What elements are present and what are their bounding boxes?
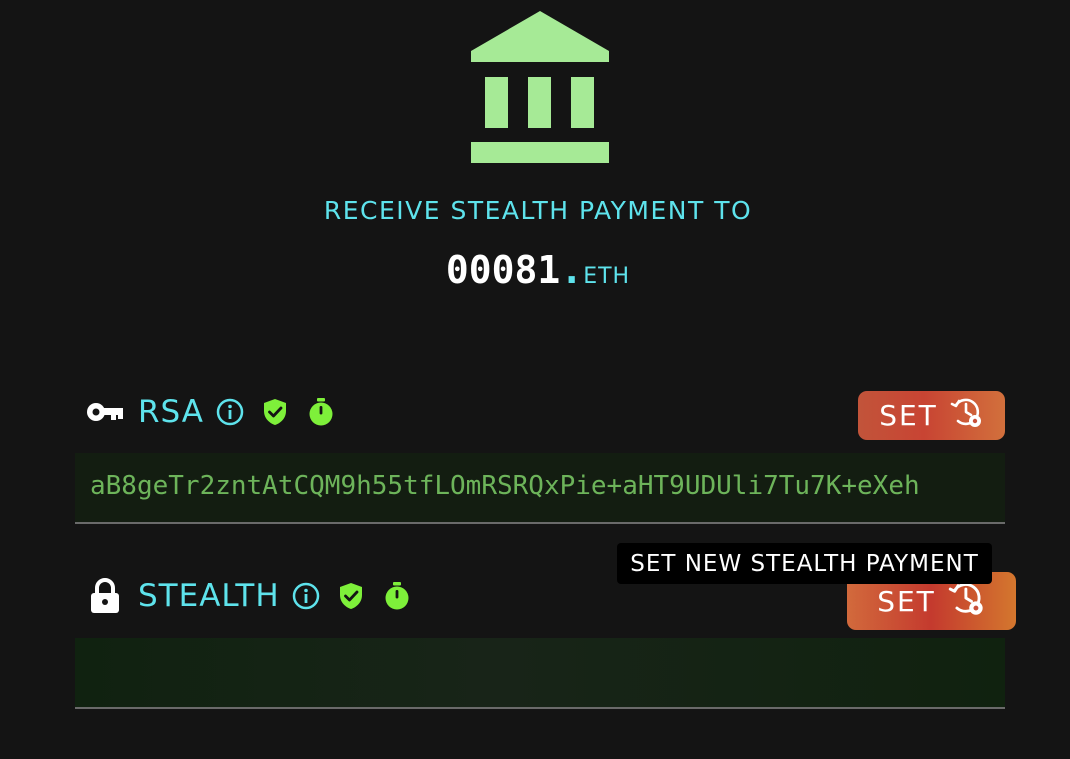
stealth-row-header: STEALTH bbox=[86, 576, 410, 616]
rsa-key-field[interactable]: aB8geTr2zntAtCQM9h55tfLOmRSRQxPie+aHT9UD… bbox=[75, 453, 1005, 524]
rsa-key-value: aB8geTr2zntAtCQM9h55tfLOmRSRQxPie+aHT9UD… bbox=[90, 471, 920, 501]
lock-icon bbox=[90, 578, 120, 614]
set-rsa-button[interactable]: SET bbox=[858, 391, 1005, 440]
rsa-row-header: RSA bbox=[86, 392, 334, 432]
set-stealth-tooltip: SET NEW STEALTH PAYMENT bbox=[617, 543, 992, 584]
ens-name-tld: ETH bbox=[583, 264, 631, 289]
receive-stealth-page: RECEIVE STEALTH PAYMENT TO 00081.ETH RSA bbox=[0, 0, 1070, 759]
info-icon[interactable] bbox=[216, 398, 244, 426]
key-icon bbox=[86, 399, 124, 425]
set-rsa-button-label: SET bbox=[879, 399, 938, 432]
ens-name: 00081.ETH bbox=[0, 248, 1070, 292]
ens-name-main: 00081 bbox=[445, 248, 561, 292]
stopwatch-icon bbox=[308, 397, 334, 427]
bank-icon bbox=[471, 11, 609, 163]
history-gear-icon bbox=[948, 579, 986, 624]
receive-heading: RECEIVE STEALTH PAYMENT TO bbox=[323, 196, 753, 225]
stopwatch-icon bbox=[384, 581, 410, 611]
stealth-label: STEALTH bbox=[138, 577, 280, 614]
info-icon[interactable] bbox=[292, 582, 320, 610]
shield-check-icon bbox=[262, 398, 288, 426]
set-stealth-button-label: SET bbox=[877, 584, 936, 618]
shield-check-icon bbox=[338, 582, 364, 610]
rsa-label: RSA bbox=[138, 393, 204, 430]
history-gear-icon bbox=[950, 395, 984, 436]
stealth-key-field[interactable] bbox=[75, 638, 1005, 709]
ens-name-dot: . bbox=[560, 248, 584, 292]
